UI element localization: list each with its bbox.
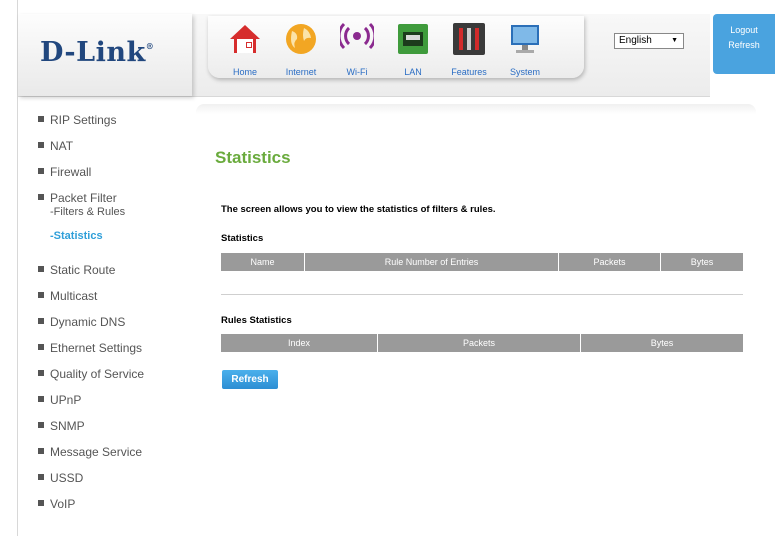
sidebar: RIP Settings NAT Firewall Packet Filter … — [38, 112, 198, 522]
monitor-icon — [511, 25, 539, 53]
nav-home[interactable]: Home — [220, 18, 270, 78]
nav-features-label: Features — [451, 67, 487, 77]
language-select[interactable]: English ▼ — [614, 33, 684, 49]
column-header-bytes: Bytes — [661, 253, 743, 271]
column-header-bytes: Bytes — [581, 334, 743, 352]
sidebar-item-static-route[interactable]: Static Route — [38, 262, 198, 288]
sidebar-item-message-service[interactable]: Message Service — [38, 444, 198, 470]
sidebar-item-quality-of-service[interactable]: Quality of Service — [38, 366, 198, 392]
rules-statistics-section-label: Rules Statistics — [221, 315, 292, 326]
lan-port-icon — [398, 24, 428, 54]
column-header-packets: Packets — [378, 334, 581, 352]
sidebar-item-nat[interactable]: NAT — [38, 138, 198, 164]
sidebar-item-snmp[interactable]: SNMP — [38, 418, 198, 444]
rules-statistics-table-header: Index Packets Bytes — [221, 334, 743, 352]
tools-icon — [453, 23, 485, 55]
nav-system-label: System — [509, 67, 540, 77]
statistics-section-label: Statistics — [221, 233, 264, 244]
nav-wifi[interactable]: Wi-Fi — [332, 18, 382, 78]
nav-home-label: Home — [232, 67, 257, 77]
sidebar-item-firewall[interactable]: Firewall — [38, 164, 198, 190]
nav-system[interactable]: System — [500, 18, 550, 78]
logout-link[interactable]: Logout — [713, 25, 775, 35]
column-header-rule-entries: Rule Number of Entries — [305, 253, 559, 271]
nav-lan-label: LAN — [404, 67, 422, 77]
refresh-button[interactable]: Refresh — [222, 370, 278, 389]
column-header-index: Index — [221, 334, 378, 352]
nav-lan[interactable]: LAN — [388, 18, 438, 78]
sidebar-sub-statistics[interactable]: -Statistics — [38, 230, 198, 262]
account-panel: Logout Refresh — [713, 14, 775, 74]
wifi-icon — [340, 22, 374, 50]
sidebar-item-ussd[interactable]: USSD — [38, 470, 198, 496]
sidebar-item-ethernet-settings[interactable]: Ethernet Settings — [38, 340, 198, 366]
nav-features[interactable]: Features — [444, 18, 494, 78]
home-icon — [230, 25, 260, 53]
sidebar-item-voip[interactable]: VoIP — [38, 496, 198, 522]
globe-icon — [286, 24, 316, 54]
sidebar-item-dynamic-dns[interactable]: Dynamic DNS — [38, 314, 198, 340]
content-panel-top — [196, 104, 756, 114]
page-title: Statistics — [215, 148, 291, 167]
refresh-link[interactable]: Refresh — [713, 40, 775, 50]
top-navigation: Home Internet Wi-Fi LAN Features System — [208, 16, 584, 78]
dlink-logo: D-Link® — [40, 37, 155, 68]
nav-internet-label: Internet — [285, 67, 317, 77]
column-header-packets: Packets — [559, 253, 661, 271]
statistics-table-header: Name Rule Number of Entries Packets Byte… — [221, 253, 743, 271]
section-divider — [221, 294, 743, 295]
sidebar-item-rip-settings[interactable]: RIP Settings — [38, 112, 198, 138]
nav-internet[interactable]: Internet — [276, 18, 326, 78]
chevron-down-icon: ▼ — [671, 37, 678, 44]
column-header-name: Name — [221, 253, 305, 271]
page-description: The screen allows you to view the statis… — [221, 204, 496, 215]
sidebar-item-packet-filter[interactable]: Packet Filter — [38, 190, 198, 216]
sidebar-item-multicast[interactable]: Multicast — [38, 288, 198, 314]
nav-wifi-label: Wi-Fi — [346, 67, 368, 77]
sidebar-item-upnp[interactable]: UPnP — [38, 392, 198, 418]
